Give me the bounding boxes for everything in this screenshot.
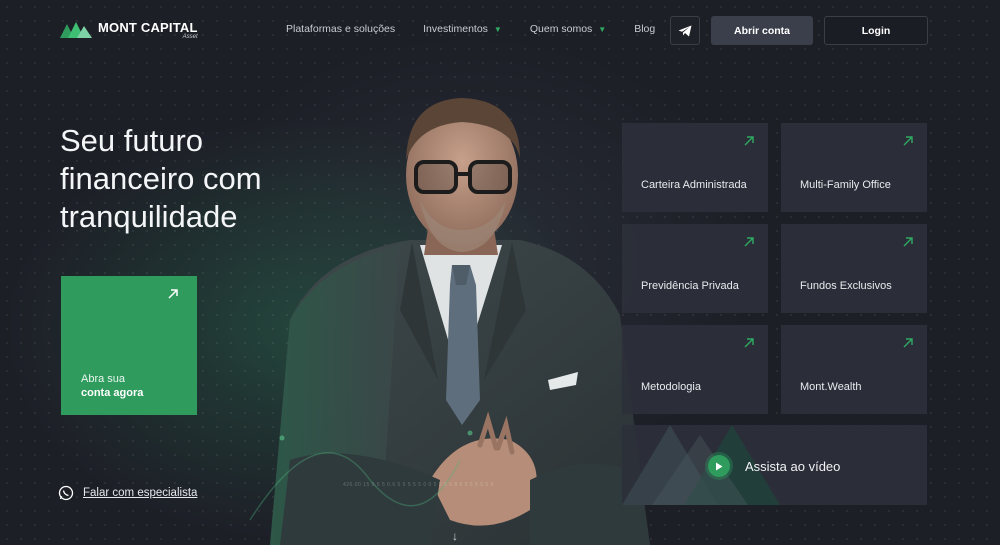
arrow-up-right-icon (903, 338, 913, 348)
nav-item-label: Quem somos (529, 23, 593, 35)
open-account-button[interactable]: Abrir conta (711, 16, 813, 45)
arrow-up-right-icon (903, 237, 913, 247)
arrow-down-icon[interactable]: ↓ (452, 529, 458, 543)
tile-label: Multi-Family Office (800, 178, 891, 191)
tile-fundos-exclusivos[interactable]: Fundos Exclusivos (781, 224, 927, 313)
brand-logo[interactable]: MONT CAPITAL Asset (60, 20, 198, 40)
headline-line: tranquilidade (60, 199, 238, 234)
tile-mont-wealth[interactable]: Mont.Wealth (781, 325, 927, 414)
nav-item-quem-somos[interactable]: Quem somos ▼ (530, 23, 606, 35)
nav-item-plataformas[interactable]: Plataformas e soluções (286, 23, 395, 35)
brand-sub: Asset (182, 34, 198, 40)
whatsapp-icon (58, 485, 74, 501)
nav-item-label: Blog (634, 23, 656, 35)
arrow-up-right-icon (744, 237, 754, 247)
arrow-up-right-icon (744, 338, 754, 348)
login-button[interactable]: Login (824, 16, 928, 45)
nav-item-investimentos[interactable]: Investimentos ▼ (423, 23, 502, 35)
tile-carteira-administrada[interactable]: Carteira Administrada (622, 123, 768, 212)
nav-item-label: Plataformas e soluções (286, 23, 396, 35)
nav-item-label: Investimentos (423, 23, 488, 35)
arrow-up-right-icon (903, 136, 913, 146)
headline-line: financeiro com (60, 161, 262, 196)
arrow-up-right-icon (168, 289, 178, 299)
tile-label: Carteira Administrada (641, 178, 747, 191)
telegram-button[interactable] (670, 16, 700, 45)
nav-item-blog[interactable]: Blog (634, 23, 655, 35)
telegram-icon (678, 25, 692, 36)
tile-multi-family-office[interactable]: Multi-Family Office (781, 123, 927, 212)
tile-label: Fundos Exclusivos (800, 279, 892, 292)
open-account-card[interactable]: Abra sua conta agora (61, 276, 197, 415)
cta-line-2: conta agora (81, 387, 144, 399)
watch-video-button[interactable]: Assista ao vídeo (622, 425, 927, 505)
ticker-text: 426.00 15 0.5 5 0.6 5 5 5 5 5 0 0 5 5 5 … (343, 482, 494, 488)
arrow-up-right-icon (744, 136, 754, 146)
video-label: Assista ao vídeo (745, 459, 841, 474)
chevron-down-icon: ▼ (493, 24, 502, 34)
play-icon (708, 455, 730, 477)
hero-headline: Seu futuro financeiro com tranquilidade (60, 122, 380, 236)
tile-label: Mont.Wealth (800, 380, 862, 393)
specialist-label: Falar com especialista (83, 487, 198, 499)
tile-label: Previdência Privada (641, 279, 739, 292)
cta-line-1: Abra sua (81, 373, 126, 385)
tile-label: Metodologia (641, 380, 701, 393)
logo-mark (60, 22, 92, 38)
site-header: MONT CAPITAL Asset Plataformas e soluçõe… (0, 0, 1000, 60)
chevron-down-icon: ▼ (598, 24, 607, 34)
specialist-link[interactable]: Falar com especialista (58, 485, 197, 501)
tile-metodologia[interactable]: Metodologia (622, 325, 768, 414)
main-nav: Plataformas e soluções Investimentos ▼ Q… (286, 23, 683, 35)
tile-previdencia-privada[interactable]: Previdência Privada (622, 224, 768, 313)
headline-line: Seu futuro (60, 123, 204, 158)
